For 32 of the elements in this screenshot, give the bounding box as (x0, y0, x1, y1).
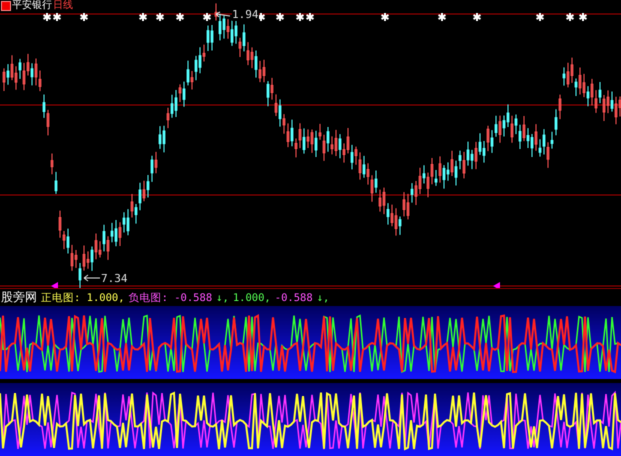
star-icon (138, 12, 148, 22)
triangle-marker-icon (493, 282, 500, 288)
legend-value: 1.000, (232, 292, 271, 304)
arrow-icon (216, 12, 230, 18)
star-icon (380, 12, 390, 22)
star-icon (578, 12, 588, 22)
indicator-name: 股旁网 (1, 289, 37, 306)
period-label: 日线 (53, 0, 73, 11)
legend-value: ↓, (216, 292, 229, 304)
star-icon (438, 12, 446, 22)
star-icon (42, 12, 52, 22)
star-icon (296, 12, 304, 22)
price-label: 1.94 (232, 9, 258, 21)
legend-value: 正电图: 1.000, (41, 290, 125, 304)
star-icon (566, 12, 574, 22)
star-icon (80, 12, 88, 22)
star-icon (472, 12, 482, 22)
star-icon (256, 12, 266, 22)
triangle-marker-icon (51, 282, 58, 288)
star-icon (52, 12, 62, 22)
star-icon (306, 12, 314, 22)
arrow-icon (84, 274, 100, 282)
star-icon (276, 12, 284, 22)
star-icon (176, 12, 184, 22)
star-icon (156, 12, 164, 22)
legend-value: 负电图: -0.588 (128, 290, 212, 304)
stock-icon (1, 0, 11, 10)
legend-value: -0.588 (274, 292, 313, 304)
star-icon (536, 12, 544, 22)
star-icon (202, 12, 212, 22)
legend-value: ↓, (316, 292, 330, 304)
price-label: 7.34 (101, 272, 128, 285)
